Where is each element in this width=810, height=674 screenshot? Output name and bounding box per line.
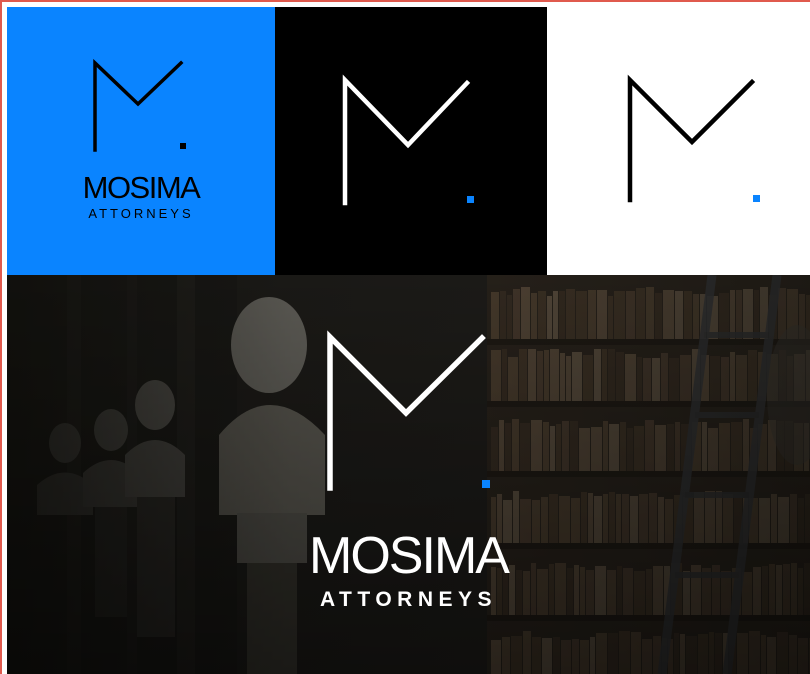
brand-tagline: ATTORNEYS [319,588,498,611]
m-monogram-logo-icon [547,7,810,275]
monogram-dot [180,143,186,149]
brand-wordmark: MOSIMA [309,527,510,585]
monogram-stroke [327,330,486,491]
monogram-dot [467,196,474,203]
brand-wordmark: MOSIMA [82,170,201,205]
brand-tagline: ATTORNEYS [88,206,194,221]
white-background [547,7,810,275]
logo-variant-blue: MOSIMA ATTORNEYS [7,7,275,275]
m-monogram-logo-icon [275,7,547,275]
monogram-dot [482,480,490,488]
m-monogram-logo-icon [7,7,275,275]
logo-variant-library-photo: MOSIMA ATTORNEYS [7,275,810,674]
blue-background [7,7,275,275]
m-monogram-logo-icon [327,330,490,491]
monogram-dot [753,195,760,202]
logo-variant-white [547,7,810,275]
logo-variant-black [275,7,547,275]
